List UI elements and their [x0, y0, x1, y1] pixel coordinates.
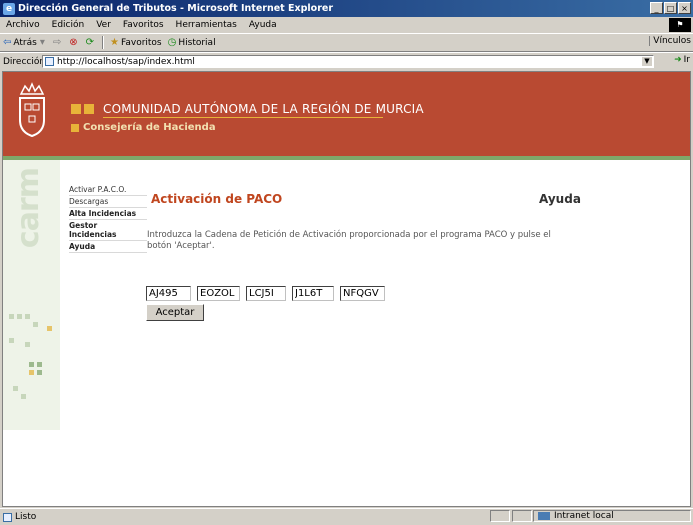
dropdown-arrow-icon: ▾: [39, 37, 45, 48]
nav-gestor-incidencias[interactable]: Gestor Incidencias: [69, 220, 147, 241]
nav-alta-incidencias[interactable]: Alta Incidencias: [69, 208, 147, 220]
address-bar: Dirección http://localhost/sap/index.htm…: [0, 52, 693, 71]
status-left: Listo: [0, 512, 36, 522]
grid-dot: [33, 322, 38, 327]
close-button[interactable]: ×: [678, 2, 691, 14]
maximize-button[interactable]: □: [664, 2, 677, 14]
stop-icon: ⊗: [69, 37, 78, 48]
nav-ayuda[interactable]: Ayuda: [69, 241, 147, 253]
toolbar: ⇦ Atrás ▾ ⇨ ⊗ ⟳ ★ Favoritos ◷ Historial: [0, 34, 693, 52]
menu-favoritos[interactable]: Favoritos: [117, 20, 170, 30]
links-button[interactable]: Vínculos: [649, 36, 691, 46]
refresh-button[interactable]: ⟳: [83, 37, 99, 48]
status-text: Listo: [15, 512, 37, 522]
brand-square: [84, 104, 94, 114]
zone-label: Intranet local: [554, 511, 614, 521]
header-divider: [3, 156, 690, 160]
window-title: Dirección General de Tributos - Microsof…: [18, 3, 334, 14]
grid-dot: [29, 362, 34, 367]
page-title: Activación de PACO: [151, 192, 283, 206]
ie-icon: e: [3, 2, 15, 15]
go-label: Ir: [683, 55, 690, 65]
go-button[interactable]: ➜ Ir: [674, 55, 690, 65]
org-title-underline: [103, 117, 383, 118]
carm-brand-text: carm: [11, 168, 46, 249]
instructions-text: Introduzca la Cadena de Petición de Acti…: [147, 230, 551, 251]
forward-button[interactable]: ⇨: [50, 37, 66, 48]
menu-edicion[interactable]: Edición: [46, 20, 91, 30]
security-zone: Intranet local: [533, 510, 691, 522]
grid-dot: [9, 314, 14, 319]
grid-dot: [9, 338, 14, 343]
favorites-button[interactable]: ★ Favoritos: [107, 37, 165, 48]
nav-descargas[interactable]: Descargas: [69, 196, 147, 208]
grid-dot: [37, 362, 42, 367]
toolbar-separator: [102, 36, 105, 49]
brand-square-small: [71, 124, 79, 132]
coat-of-arms-icon: [19, 82, 45, 138]
grid-dot: [37, 370, 42, 375]
code-field-3[interactable]: [246, 286, 286, 301]
address-input[interactable]: http://localhost/sap/index.html ▼: [42, 55, 654, 68]
code-field-1[interactable]: [146, 286, 191, 301]
status-page-icon: [3, 512, 12, 522]
activation-code-fields: [146, 286, 385, 301]
menu-ver[interactable]: Ver: [90, 20, 117, 30]
menu-bar: Archivo Edición Ver Favoritos Herramient…: [0, 17, 693, 34]
history-button[interactable]: ◷ Historial: [165, 37, 219, 48]
address-url: http://localhost/sap/index.html: [57, 56, 195, 67]
menu-ayuda[interactable]: Ayuda: [243, 20, 283, 30]
menu-herramientas[interactable]: Herramientas: [170, 20, 243, 30]
grid-dot: [25, 314, 30, 319]
favorites-label: Favoritos: [121, 37, 162, 48]
browser-window: e Dirección General de Tributos - Micros…: [0, 0, 693, 524]
title-bar: e Dirección General de Tributos - Micros…: [0, 0, 693, 17]
grid-dot: [29, 370, 34, 375]
window-controls: _ □ ×: [650, 2, 691, 14]
grid-dot: [25, 342, 30, 347]
page-icon: [45, 57, 54, 66]
back-button[interactable]: ⇦ Atrás ▾: [0, 37, 50, 48]
side-nav: Activar P.A.C.O. Descargas Alta Incidenc…: [69, 184, 147, 253]
favorites-icon: ★: [110, 37, 119, 48]
grid-dot: [21, 394, 26, 399]
go-arrow-icon: ➜: [674, 55, 682, 65]
menu-archivo[interactable]: Archivo: [0, 20, 46, 30]
code-field-5[interactable]: [340, 286, 385, 301]
code-field-4[interactable]: [292, 286, 334, 301]
history-icon: ◷: [167, 37, 177, 48]
grid-dot: [47, 326, 52, 331]
brand-squares: [71, 104, 94, 114]
accept-button[interactable]: Aceptar: [146, 304, 204, 321]
org-title: COMUNIDAD AUTÓNOMA DE LA REGIÓN DE MURCI…: [103, 102, 424, 116]
windows-logo-icon: ⚑: [669, 18, 691, 32]
refresh-icon: ⟳: [85, 37, 95, 48]
status-pane: [512, 510, 532, 522]
grid-dot: [13, 386, 18, 391]
help-link[interactable]: Ayuda: [539, 192, 581, 206]
org-subtitle: Consejería de Hacienda: [83, 122, 216, 133]
page-viewport: COMUNIDAD AUTÓNOMA DE LA REGIÓN DE MURCI…: [2, 71, 691, 507]
address-dropdown-icon[interactable]: ▼: [642, 57, 652, 66]
status-pane: [490, 510, 510, 522]
back-label: Atrás: [13, 37, 37, 48]
stop-button[interactable]: ⊗: [66, 37, 82, 48]
back-arrow-icon: ⇦: [3, 37, 12, 48]
minimize-button[interactable]: _: [650, 2, 663, 14]
forward-arrow-icon: ⇨: [52, 37, 62, 48]
intranet-zone-icon: [538, 512, 550, 520]
brand-square: [71, 104, 81, 114]
history-label: Historial: [178, 37, 216, 48]
nav-activar-paco[interactable]: Activar P.A.C.O.: [69, 184, 147, 196]
code-field-2[interactable]: [197, 286, 240, 301]
grid-dot: [17, 314, 22, 319]
decorative-grid: [7, 312, 57, 412]
